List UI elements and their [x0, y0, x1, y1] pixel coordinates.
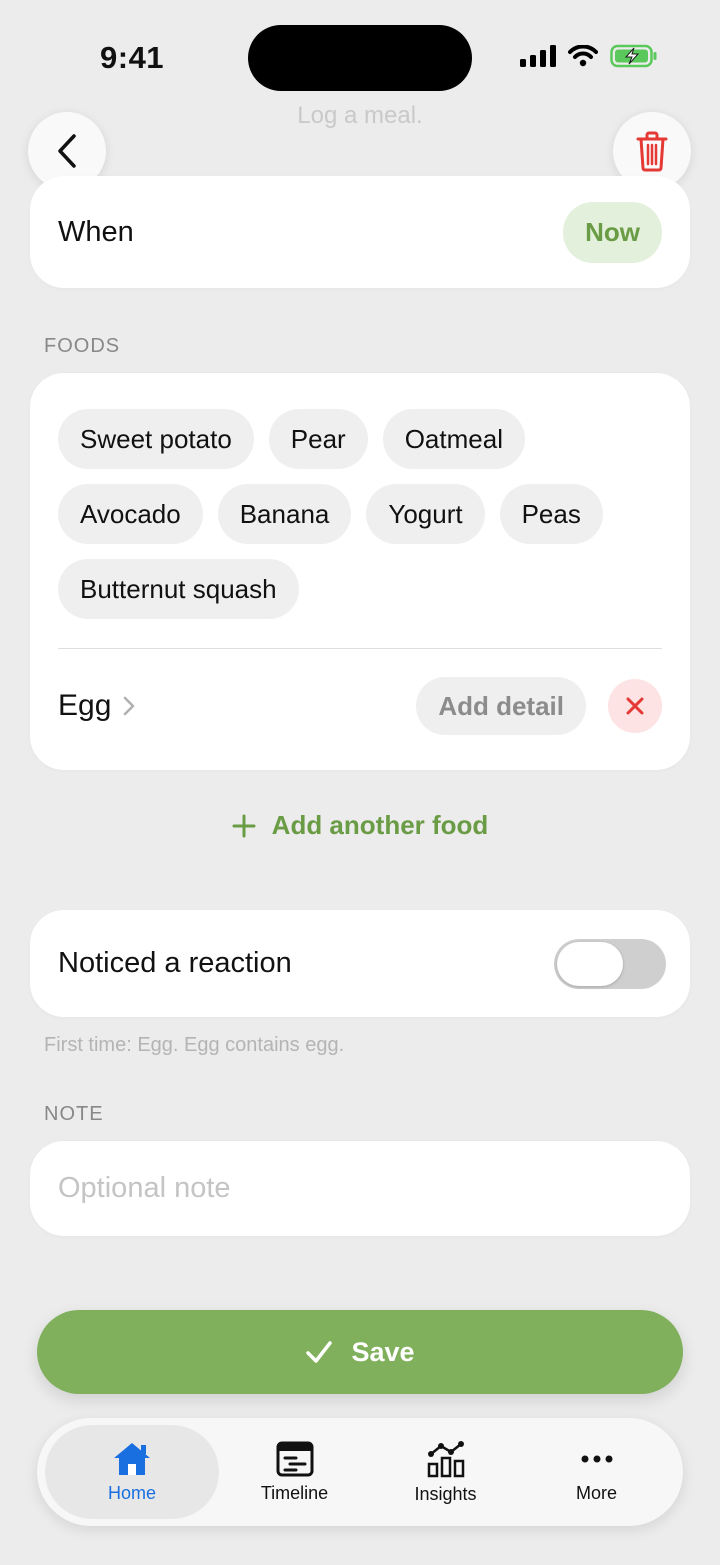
- foods-section-label: FOODS: [44, 335, 121, 357]
- selected-food-name-link[interactable]: Egg: [58, 689, 135, 723]
- page-title: Log a meal.: [297, 102, 423, 129]
- save-label: Save: [351, 1336, 415, 1367]
- status-time: 9:41: [100, 40, 165, 75]
- tab-insights[interactable]: Insights: [370, 1425, 521, 1519]
- divider: [58, 648, 662, 649]
- log-meal-screen: 9:41 Log a meal. When Now FOODS Sweet po…: [0, 0, 720, 1565]
- note-section-label: NOTE: [44, 1103, 104, 1125]
- food-chip[interactable]: Banana: [217, 484, 352, 544]
- close-icon: [626, 697, 644, 715]
- tab-more[interactable]: More: [521, 1425, 672, 1519]
- tab-more-label: More: [575, 1482, 617, 1503]
- chevron-right-icon: [124, 696, 135, 716]
- add-detail-button[interactable]: Add detail: [416, 677, 586, 735]
- tab-timeline[interactable]: Timeline: [219, 1425, 370, 1519]
- insights-icon: [427, 1440, 464, 1477]
- battery-charging-icon: [610, 44, 657, 68]
- save-button[interactable]: Save: [37, 1310, 683, 1394]
- when-card: When Now: [30, 176, 690, 288]
- first-time-hint: First time: Egg. Egg contains egg.: [44, 1034, 345, 1056]
- food-chip[interactable]: Peas: [499, 484, 603, 544]
- tab-insights-label: Insights: [414, 1483, 477, 1504]
- add-another-food-button[interactable]: Add another food: [0, 810, 720, 841]
- tab-timeline-label: Timeline: [260, 1482, 329, 1503]
- chevron-left-icon: [58, 134, 76, 168]
- food-chip[interactable]: Butternut squash: [58, 559, 299, 619]
- house-icon: [114, 1442, 150, 1475]
- more-icon: [581, 1455, 612, 1462]
- food-chip[interactable]: Sweet potato: [58, 409, 254, 469]
- add-another-food-label: Add another food: [271, 810, 489, 840]
- checkmark-icon: [306, 1341, 333, 1363]
- selected-food-name: Egg: [58, 689, 112, 722]
- tab-home-label: Home: [107, 1482, 156, 1503]
- toggle-knob: [557, 941, 623, 986]
- signal-icon: [520, 45, 556, 67]
- dynamic-island: [248, 25, 472, 91]
- selected-food-row: Egg Add detail: [58, 673, 662, 739]
- note-input[interactable]: [58, 1172, 662, 1205]
- when-label: When: [58, 215, 134, 248]
- reaction-card: Noticed a reaction: [30, 910, 690, 1017]
- when-now-button[interactable]: Now: [563, 201, 662, 263]
- reaction-toggle[interactable]: [554, 938, 666, 989]
- remove-food-button[interactable]: [608, 679, 662, 733]
- food-chip-list: Sweet potato Pear Oatmeal Avocado Banana Yogu…: [58, 409, 648, 619]
- food-chip[interactable]: Yogurt: [366, 484, 485, 544]
- plus-icon: [232, 814, 256, 837]
- trash-icon: [636, 131, 668, 172]
- status-icons: [520, 44, 658, 68]
- reaction-label: Noticed a reaction: [58, 947, 292, 979]
- timeline-icon: [276, 1441, 313, 1476]
- wifi-icon: [568, 45, 598, 67]
- tab-home[interactable]: Home: [45, 1425, 219, 1519]
- food-chip[interactable]: Avocado: [58, 484, 203, 544]
- tab-bar: Home Timeline Insights More: [37, 1418, 683, 1526]
- food-chip[interactable]: Pear: [268, 409, 368, 469]
- note-card: [30, 1141, 690, 1236]
- foods-card: Sweet potato Pear Oatmeal Avocado Banana Yogu…: [30, 373, 690, 770]
- food-chip[interactable]: Oatmeal: [382, 409, 525, 469]
